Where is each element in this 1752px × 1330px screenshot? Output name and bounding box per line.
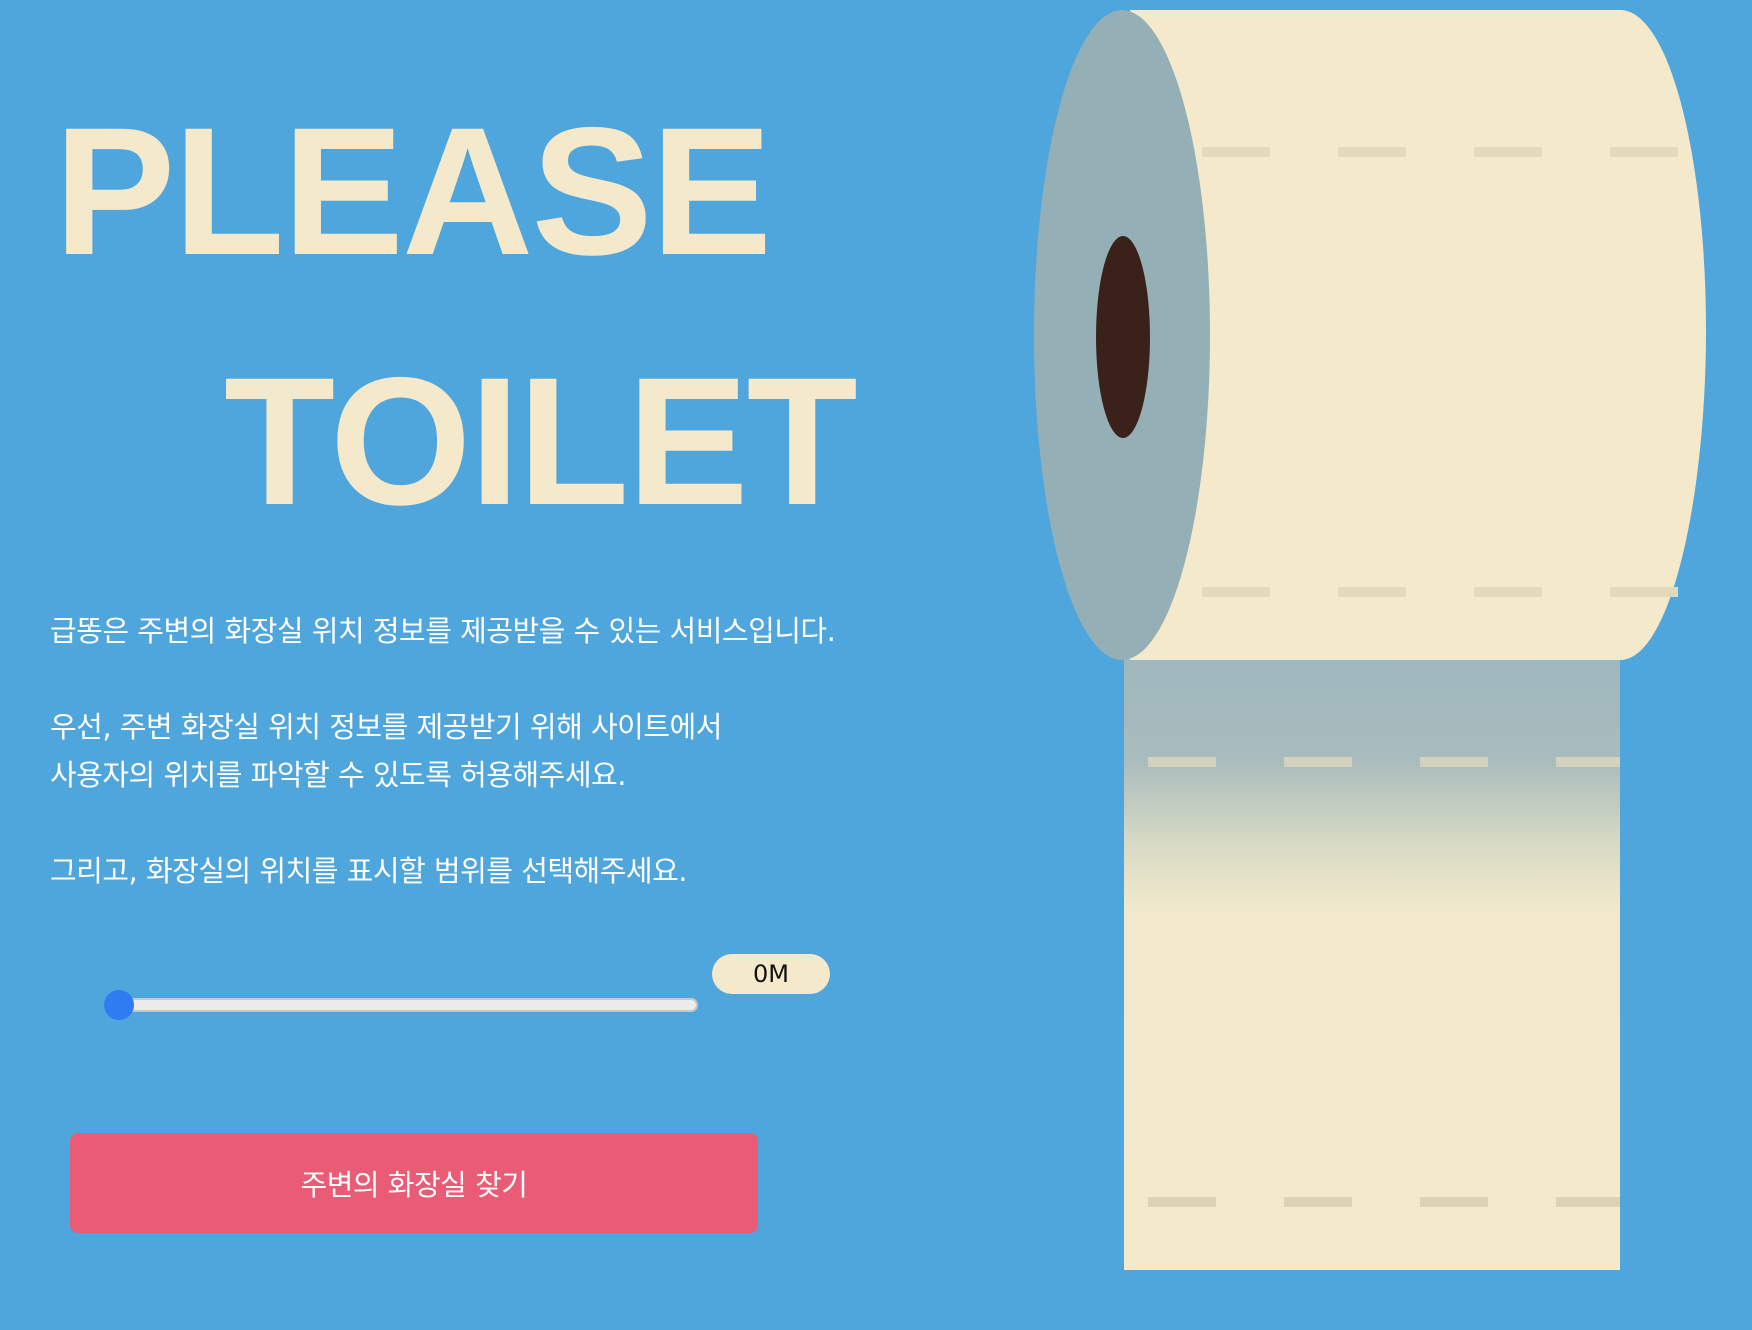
landing-page: PLEASE TOILET 급똥은 주변의 화장실 위치 정보를 제공받을 수 … (0, 0, 1752, 1330)
range-slider-track[interactable] (114, 998, 698, 1012)
title-toilet: TOILET (224, 339, 858, 543)
permission-text-line2: 사용자의 위치를 파악할 수 있도록 허용해주세요. (50, 758, 626, 792)
range-value-badge: 0M (712, 954, 830, 994)
toilet-paper-roll-icon (1034, 10, 1706, 1270)
range-slider-thumb[interactable] (104, 990, 134, 1020)
range-slider[interactable] (104, 990, 700, 1020)
title-please: PLEASE (54, 89, 772, 293)
find-nearby-toilets-button[interactable]: 주변의 화장실 찾기 (70, 1133, 758, 1233)
intro-text: 급똥은 주변의 화장실 위치 정보를 제공받을 수 있는 서비스입니다. (50, 614, 836, 648)
range-instruction-text: 그리고, 화장실의 위치를 표시할 범위를 선택해주세요. (50, 854, 688, 888)
permission-text-line1: 우선, 주변 화장실 위치 정보를 제공받기 위해 사이트에서 (50, 710, 722, 744)
